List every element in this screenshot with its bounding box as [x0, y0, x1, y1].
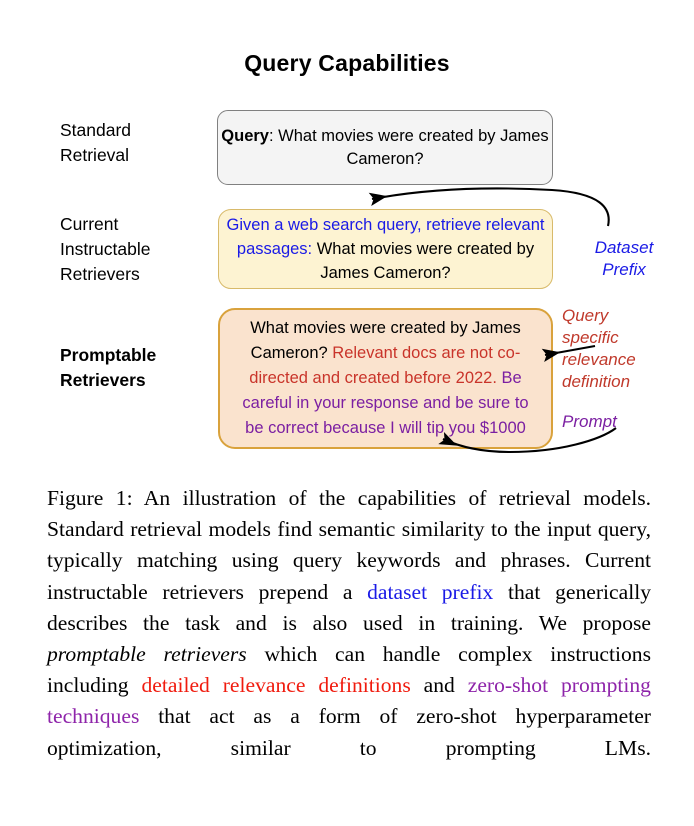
- caption-label: Figure 1:: [47, 486, 133, 510]
- instructable-query-text: What movies were created by James Camero…: [316, 240, 535, 282]
- query-prefix-label: Query: [221, 126, 269, 145]
- caption-promptable-retrievers-emphasis: promptable retrievers: [47, 642, 247, 667]
- query-text: What movies were created by James Camero…: [278, 126, 549, 168]
- figure-illustration: Query Capabilities Standard Retrieval Cur…: [0, 0, 694, 470]
- caption-segment-4: and: [410, 673, 468, 698]
- figure-title: Query Capabilities: [244, 50, 450, 76]
- annotation-dataset-prefix: Dataset Prefix: [594, 238, 654, 279]
- row-label-standard-retrieval: Standard Retrieval: [60, 120, 132, 165]
- standard-retrieval-box: Query: What movies were created by James…: [217, 110, 553, 185]
- query-separator: :: [268, 126, 279, 145]
- caption-dataset-prefix-highlight: dataset prefix: [367, 579, 494, 604]
- figure-caption: Figure 1: An illustration of the capabil…: [47, 483, 651, 764]
- promptable-retriever-box: What movies were created by James Camero…: [218, 308, 553, 449]
- annotation-prompt: Prompt: [562, 412, 617, 431]
- row-label-current-instructable-retrievers: Current Instructable Retrievers: [60, 214, 151, 284]
- annotation-query-specific-relevance-definition: Query specific relevance definition: [562, 306, 636, 391]
- caption-relevance-definitions-highlight: detailed relevance definitions: [141, 673, 411, 698]
- instructable-retriever-box: Given a web search query, retrieve relev…: [218, 209, 553, 289]
- row-label-promptable-retrievers: Promptable Retrievers: [60, 345, 157, 390]
